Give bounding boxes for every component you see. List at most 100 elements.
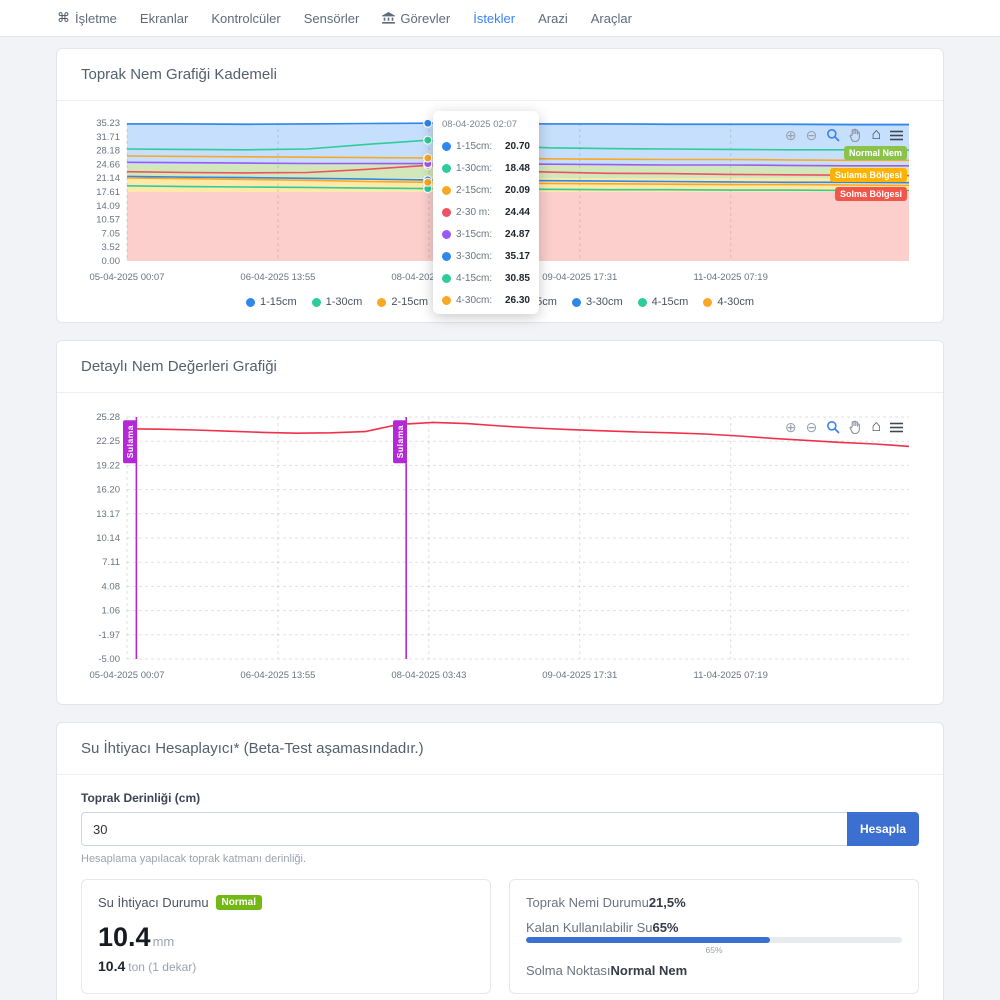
tooltip-series-label: 4-30cm: (456, 295, 492, 306)
tooltip-series-value: 35.17 (505, 251, 530, 262)
nav-item-0[interactable]: ⌘ İşletme (57, 10, 117, 26)
svg-text:-5.00: -5.00 (98, 654, 120, 665)
soil-depth-help-text: Hesaplama yapılacak toprak katmanı derin… (81, 853, 919, 865)
chart-tooltip: 08-04-2025 02:07 1-15cm:20.701-30cm:18.4… (433, 111, 539, 314)
wilting-point-row: Solma NoktasıNormal Nem (526, 963, 902, 978)
nav-item-4[interactable]: Görevler (382, 11, 450, 26)
card-detailed-moisture: Detaylı Nem Değerleri Grafiği 25.2822.25… (56, 340, 944, 705)
svg-text:21.14: 21.14 (96, 173, 120, 184)
legend-dot-icon (572, 298, 581, 307)
svg-text:09-04-2025 17:31: 09-04-2025 17:31 (542, 670, 617, 681)
svg-text:1.06: 1.06 (102, 606, 121, 617)
water-need-box: Su İhtiyacı Durumu Normal 10.4 mm 10.4 t… (81, 879, 491, 994)
soil-status-box: Toprak Nemi Durumu21,5% Kalan Kullanılab… (509, 879, 919, 994)
legend-label: 3-30cm (586, 296, 623, 308)
legend-label: 2-15cm (391, 296, 428, 308)
nav-item-label: Araçlar (591, 11, 632, 26)
svg-text:05-04-2025 00:07: 05-04-2025 00:07 (89, 670, 164, 681)
water-need-title-row: Su İhtiyacı Durumu Normal (98, 895, 474, 910)
nav-item-label: Kontrolcüler (211, 11, 280, 26)
legend-label: 4-15cm (652, 296, 689, 308)
series-dot-icon (442, 274, 451, 283)
home-icon[interactable]: ⌂ (871, 419, 881, 435)
available-water-value: 65% (652, 920, 678, 935)
water-need-title: Su İhtiyacı Durumu (98, 895, 209, 910)
available-water-label: Kalan Kullanılabilir Su (526, 920, 652, 935)
chart2-body: 25.2822.2519.2216.2013.1710.147.114.081.… (57, 393, 943, 704)
legend-item[interactable]: 4-15cm (638, 296, 689, 308)
tooltip-row: 2-15cm: 20.09 (442, 185, 530, 196)
nav-item-label: Arazi (538, 11, 568, 26)
nav-item-1[interactable]: Ekranlar (140, 11, 188, 26)
zone-label: Sulama Bölgesi (830, 168, 907, 182)
zoom-box-icon[interactable] (826, 128, 840, 142)
tooltip-series-label: 3-15cm: (456, 229, 492, 240)
svg-text:17.61: 17.61 (96, 187, 120, 198)
nav-item-3[interactable]: Sensörler (304, 11, 360, 26)
card-title-chart2: Detaylı Nem Değerleri Grafiği (57, 341, 943, 393)
water-need-mm-row: 10.4 mm (98, 922, 474, 953)
svg-text:11-04-2025 07:19: 11-04-2025 07:19 (694, 670, 768, 681)
soil-moisture-status-label: Toprak Nemi Durumu (526, 895, 649, 910)
tooltip-series-value: 24.87 (505, 229, 530, 240)
tooltip-series-label: 1-15cm: (456, 141, 492, 152)
svg-text:31.71: 31.71 (96, 132, 120, 143)
wilting-point-label: Solma Noktası (526, 963, 611, 978)
nav-item-label: İşletme (75, 11, 117, 26)
zoom-box-icon[interactable] (826, 420, 840, 434)
tooltip-row: 4-30cm: 26.30 (442, 295, 530, 306)
series-dot-icon (442, 142, 451, 151)
legend-item[interactable]: 1-15cm (246, 296, 297, 308)
nav-item-2[interactable]: Kontrolcüler (211, 11, 280, 26)
tooltip-row: 1-30cm:18.48 (442, 163, 530, 174)
legend-dot-icon (377, 298, 386, 307)
nav-item-5[interactable]: İstekler (473, 11, 515, 26)
nav-item-6[interactable]: Arazi (538, 11, 568, 26)
nav-item-7[interactable]: Araçlar (591, 11, 632, 26)
tooltip-series-value: 26.30 (505, 295, 530, 306)
zoom-in-icon[interactable]: ⊕ (785, 420, 797, 434)
svg-text:08-04-2025 03:43: 08-04-2025 03:43 (391, 670, 466, 681)
tooltip-row: 4-15cm:30.85 (442, 273, 530, 284)
home-icon[interactable]: ⌂ (871, 127, 881, 143)
tooltip-series-label: 2-15cm: (456, 185, 492, 196)
water-need-ton-row: 10.4 ton (1 dekar) (98, 958, 474, 974)
zoom-in-icon[interactable]: ⊕ (785, 128, 797, 142)
card-title-calculator: Su İhtiyacı Hesaplayıcı* (Beta-Test aşam… (57, 723, 943, 775)
detailed-moisture-chart[interactable]: 25.2822.2519.2216.2013.1710.147.114.081.… (81, 409, 919, 685)
zoom-out-icon[interactable]: ⊖ (806, 420, 818, 434)
soil-depth-input-group: Hesapla (81, 812, 919, 846)
svg-text:09-04-2025 17:31: 09-04-2025 17:31 (542, 272, 617, 283)
soil-moisture-row: Toprak Nemi Durumu21,5% (526, 895, 902, 910)
svg-text:-1.97: -1.97 (98, 630, 120, 641)
tooltip-series-label: 2-30 m: (456, 207, 490, 218)
tooltip-series-label: 4-15cm: (456, 273, 492, 284)
command-icon: ⌘ (57, 10, 70, 26)
menu-icon[interactable] (890, 422, 903, 433)
hesapla-button[interactable]: Hesapla (847, 812, 919, 846)
legend-item[interactable]: 1-30cm (312, 296, 363, 308)
zone-label: Normal Nem (844, 146, 907, 160)
pan-icon[interactable] (849, 128, 862, 142)
bank-icon (382, 12, 395, 24)
legend-item[interactable]: 3-30cm (572, 296, 623, 308)
svg-text:7.05: 7.05 (102, 228, 121, 239)
legend-item[interactable]: 4-30cm (703, 296, 754, 308)
legend-item[interactable]: 2-15cm (377, 296, 428, 308)
series-dot-icon (442, 252, 451, 261)
tooltip-series-value: 20.09 (505, 185, 530, 196)
pan-icon[interactable] (849, 420, 862, 434)
series-dot-icon (442, 208, 451, 217)
water-need-mm-value: 10.4 (98, 922, 151, 953)
calculator-results: Su İhtiyacı Durumu Normal 10.4 mm 10.4 t… (81, 879, 919, 994)
soil-depth-label: Toprak Derinliği (cm) (81, 791, 919, 805)
tooltip-series-value: 20.70 (505, 141, 530, 152)
soil-depth-input[interactable] (81, 812, 847, 846)
calculator-body: Toprak Derinliği (cm) Hesapla Hesaplama … (57, 775, 943, 1000)
legend-label: 1-30cm (326, 296, 363, 308)
menu-icon[interactable] (890, 130, 903, 141)
zoom-out-icon[interactable]: ⊖ (806, 128, 818, 142)
water-progress-fill (526, 937, 770, 943)
svg-text:10.57: 10.57 (96, 215, 120, 226)
nav-item-label: Sensörler (304, 11, 360, 26)
